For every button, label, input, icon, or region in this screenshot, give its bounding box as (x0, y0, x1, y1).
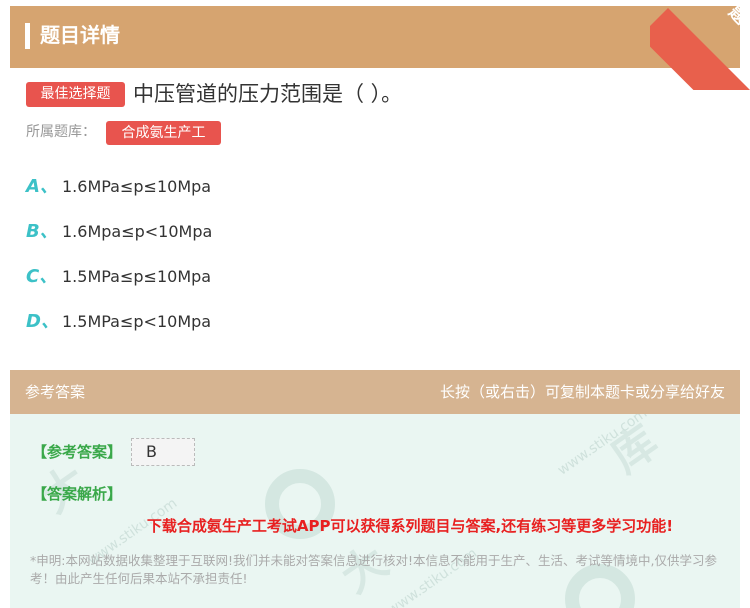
option-letter: D、 (26, 311, 59, 332)
ribbon-label: 题卡 (724, 2, 750, 47)
option-text: 1.6MPa≤p≤10Mpa (62, 177, 212, 196)
option-c[interactable]: C、 1.5MPa≤p≤10Mpa (26, 265, 211, 289)
share-hint: 长按（或右击）可复制本题卡或分享给好友 (439, 383, 725, 401)
disclaimer-text: *申明:本网站数据收集整理于互联网!我们并未能对答案信息进行核对!本信息不能用于… (30, 553, 717, 586)
question-text: 中压管道的压力范围是（ ）。 (133, 82, 403, 106)
corner-ribbon: 题卡 (650, 0, 750, 90)
page-title: 题目详情 (40, 23, 120, 47)
option-text: 1.6Mpa≤p<10Mpa (62, 222, 213, 241)
option-d[interactable]: D、 1.5MPa≤p<10Mpa (26, 310, 211, 334)
option-letter: B、 (26, 221, 58, 242)
answer-section-title: 参考答案 (25, 383, 86, 401)
answer-section-body: 大 大 库 www.stiku.com www.stiku.com www.st… (10, 414, 740, 608)
option-text: 1.5MPa≤p<10Mpa (62, 312, 212, 331)
question-bank-badge[interactable]: 合成氨生产工 (106, 121, 221, 145)
analysis-label: 【答案解析】 (32, 485, 123, 503)
option-letter: A、 (26, 176, 58, 197)
answer-section-header: 参考答案 长按（或右击）可复制本题卡或分享给好友 (10, 370, 740, 414)
answer-label: 【参考答案】 (32, 443, 123, 461)
option-b[interactable]: B、 1.6Mpa≤p<10Mpa (26, 220, 212, 244)
question-type-badge: 最佳选择题 (26, 82, 125, 107)
option-letter: C、 (26, 266, 58, 287)
download-promo-link[interactable]: 下载合成氨生产工考试APP可以获得系列题目与答案,还有练习等更多学习功能! (10, 516, 740, 536)
answer-value: B (131, 438, 195, 466)
question-bank-label: 所属题库： (26, 124, 96, 140)
option-text: 1.5MPa≤p≤10Mpa (62, 267, 212, 286)
header-accent-bar (25, 23, 30, 49)
option-a[interactable]: A、 1.6MPa≤p≤10Mpa (26, 175, 211, 199)
